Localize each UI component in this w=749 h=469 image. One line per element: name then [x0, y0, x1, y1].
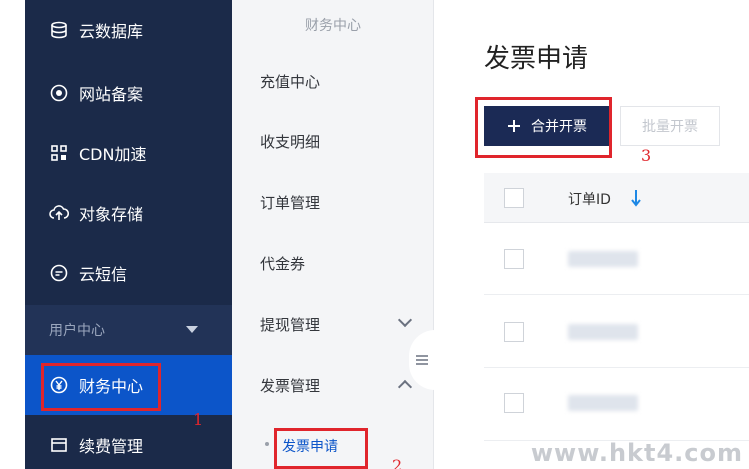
window-icon	[49, 435, 69, 455]
subnav-item-orders[interactable]: 订单管理	[260, 183, 420, 223]
batch-invoice-button[interactable]: 批量开票	[620, 106, 720, 146]
sidebar-item-sms[interactable]: 云短信	[25, 243, 232, 303]
sidebar-item-label: 云短信	[79, 265, 128, 284]
table-row	[484, 296, 749, 368]
menu-icon	[416, 355, 428, 365]
grid-icon	[49, 143, 69, 163]
annotation-number-1: 1	[193, 410, 204, 429]
sidebar-item-label: CDN加速	[79, 145, 147, 164]
subnav-item-label: 提现管理	[260, 316, 321, 334]
subnav-item-invoices[interactable]: 发票管理	[260, 366, 420, 406]
sidebar-item-label: 续费管理	[79, 437, 144, 456]
subnav-title: 财务中心	[305, 18, 361, 34]
caret-down-icon	[186, 326, 198, 333]
sidebar-item-label: 对象存储	[79, 205, 144, 224]
highlight-box-merge	[475, 97, 612, 158]
table-row	[484, 369, 749, 441]
sidebar-group-label: 用户中心	[49, 323, 105, 339]
annotation-number-3: 3	[641, 146, 652, 165]
sort-arrow-icon[interactable]	[630, 189, 642, 207]
sidebar-group-user-center[interactable]: 用户中心	[25, 305, 232, 355]
sidebar-item-cdn[interactable]: CDN加速	[25, 123, 232, 183]
cloud-upload-icon	[49, 203, 69, 223]
subnav-item-transactions[interactable]: 收支明细	[260, 122, 420, 162]
highlight-box-invoice-apply	[274, 428, 368, 469]
chevron-up-icon	[397, 379, 413, 395]
chevron-down-icon	[397, 312, 413, 328]
highlight-box-finance	[41, 363, 161, 411]
annotation-number-2: 2	[392, 456, 403, 469]
row-checkbox[interactable]	[504, 249, 524, 269]
subnav-item-vouchers[interactable]: 代金券	[260, 244, 420, 284]
column-order-id[interactable]: 订单ID	[568, 189, 611, 209]
table-row	[484, 223, 749, 295]
order-id-redacted	[568, 395, 638, 411]
table-header: 订单ID	[484, 173, 749, 223]
order-id-redacted	[568, 324, 638, 340]
sidebar-item-label: 网站备案	[79, 85, 144, 104]
row-checkbox[interactable]	[504, 322, 524, 342]
sidebar-item-database[interactable]: 云数据库	[25, 0, 232, 60]
database-icon	[49, 20, 69, 40]
sidebar-item-label: 云数据库	[79, 22, 144, 41]
order-id-redacted	[568, 251, 638, 267]
row-checkbox[interactable]	[504, 393, 524, 413]
record-icon	[49, 83, 69, 103]
select-all-checkbox[interactable]	[504, 188, 524, 208]
subnav-item-recharge[interactable]: 充值中心	[260, 62, 420, 102]
page-title: 发票申请	[484, 44, 589, 74]
sidebar-item-storage[interactable]: 对象存储	[25, 183, 232, 243]
sidebar-item-record[interactable]: 网站备案	[25, 63, 232, 123]
watermark: www.hkt4.com	[530, 439, 743, 467]
bullet-dot	[265, 442, 269, 446]
message-icon	[49, 263, 69, 283]
subnav-item-withdrawal[interactable]: 提现管理	[260, 305, 420, 345]
subnav-item-label: 发票管理	[260, 377, 321, 395]
